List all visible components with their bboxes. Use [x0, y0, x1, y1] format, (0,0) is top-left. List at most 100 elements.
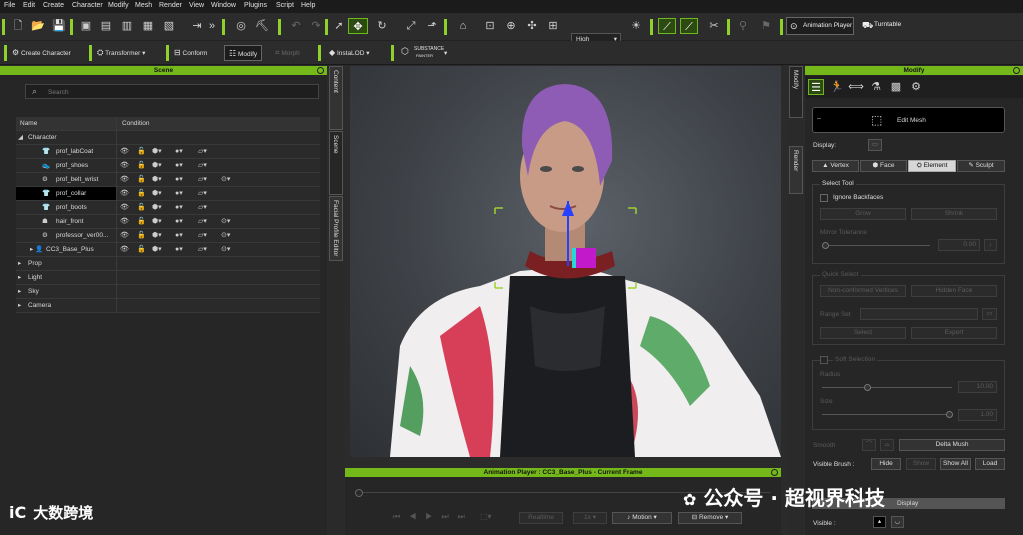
visible-eye-icon[interactable]: 👁 — [120, 145, 129, 159]
size-value[interactable]: 1.00 — [958, 409, 997, 421]
table-row[interactable]: ⚙ professor_ver00... 👁 🔓 ⬢▾ ●▾ ▱▾ ⊙▾ — [16, 229, 320, 243]
undo-icon[interactable]: ↶ — [288, 18, 304, 34]
more-icon[interactable]: » — [204, 18, 220, 34]
slider-knob[interactable] — [864, 384, 871, 391]
row-name-cell[interactable]: 👕 prof_collar — [16, 187, 117, 200]
hidden-face-button[interactable]: Hidden Face — [911, 285, 997, 297]
texture-icon[interactable]: ▱▾ — [198, 201, 207, 215]
load-button[interactable]: Load — [975, 458, 1005, 470]
pan-icon[interactable]: ✣ — [524, 18, 540, 34]
scene-search-field[interactable]: ⌕ — [25, 84, 319, 99]
physics-icon[interactable]: ⊙▾ — [221, 173, 230, 187]
visible-eye-icon[interactable]: 👁 — [120, 173, 129, 187]
row-name-cell[interactable]: ▸ Sky — [16, 285, 117, 298]
table-row[interactable]: ⚙ prof_belt_wrist 👁 🔓 ⬢▾ ●▾ ▱▾ ⊙▾ — [16, 173, 320, 187]
display-mode-icon[interactable]: ▭ — [868, 139, 882, 151]
radius-value[interactable]: 10.00 — [958, 381, 997, 393]
texture-icon[interactable]: ▱▾ — [198, 215, 207, 229]
export-icon[interactable]: ⇥ — [189, 18, 205, 34]
visible-all-icon[interactable]: ▴ — [873, 516, 886, 528]
speed-dropdown[interactable]: 1x ▾ — [573, 512, 607, 524]
gizmo-local-icon[interactable]: ⟋ — [680, 18, 698, 34]
create-character-button[interactable]: ⚙ Create Character — [12, 45, 71, 61]
lock-icon[interactable]: 🔓 — [137, 159, 146, 173]
row-name-cell[interactable]: ▸ Light — [16, 271, 117, 284]
bone-length-icon[interactable]: ⟺ — [848, 79, 864, 95]
bone-icon[interactable]: ✂ — [706, 18, 722, 34]
table-row[interactable]: 👕 prof_collar 👁 🔓 ⬢▾ ●▾ ▱▾ — [16, 187, 320, 201]
shading-icon[interactable]: ⬢▾ — [152, 243, 162, 257]
slider-knob[interactable] — [822, 242, 829, 249]
menu-mesh[interactable]: Mesh — [135, 2, 152, 9]
mirror-tolerance-value[interactable]: 0.00 — [938, 239, 980, 251]
column-header-condition[interactable]: Condition — [118, 117, 318, 130]
material-ball-icon[interactable]: ●▾ — [175, 187, 183, 201]
lock-icon[interactable]: 🔓 — [137, 201, 146, 215]
sculpt-button[interactable]: ✎ Sculpt — [957, 160, 1005, 172]
sun-icon[interactable]: ☀ — [628, 18, 644, 34]
physics-icon[interactable]: ⊙▾ — [221, 229, 230, 243]
row-name-cell[interactable]: 👟 prof_shoes — [16, 159, 117, 172]
zoom-extent-icon[interactable]: ⊡ — [482, 18, 498, 34]
shading-icon[interactable]: ⬢▾ — [152, 145, 162, 159]
tab-facial-profile-editor[interactable]: Facial Profile Editor — [329, 196, 343, 261]
table-row[interactable]: ▸ Sky — [16, 285, 320, 299]
material-icon[interactable]: ▩ — [888, 79, 904, 95]
export-image-icon[interactable]: ▧ — [161, 18, 177, 34]
menu-file[interactable]: File — [4, 2, 15, 9]
row-name-cell[interactable]: ⚙ prof_belt_wrist — [16, 173, 117, 186]
menu-script[interactable]: Script — [276, 2, 294, 9]
visible-eye-icon[interactable]: 👁 — [120, 243, 129, 257]
export-fbx-icon[interactable]: ▥ — [119, 18, 135, 34]
material-ball-icon[interactable]: ●▾ — [175, 201, 183, 215]
show-all-button[interactable]: Show All — [940, 458, 971, 470]
tab-scene[interactable]: Scene — [329, 131, 343, 195]
element-button[interactable]: ⛭ Element — [908, 160, 956, 172]
close-circle-icon[interactable] — [317, 67, 324, 74]
edit-mesh-button[interactable]: – ⬚ Edit Mesh — [812, 107, 1005, 133]
menu-render[interactable]: Render — [159, 2, 182, 9]
lock-icon[interactable]: 🔓 — [137, 215, 146, 229]
smooth-more-icon[interactable]: ⌓ — [880, 439, 894, 451]
target-icon[interactable]: ◎ — [233, 18, 249, 34]
delta-mush-button[interactable]: Delta Mush — [899, 439, 1005, 451]
open-folder-icon[interactable]: 📂 — [30, 18, 46, 34]
shading-icon[interactable]: ⬢▾ — [152, 215, 162, 229]
zoom-icon[interactable]: ⊞ — [545, 18, 561, 34]
rotate-icon[interactable]: ↻ — [374, 18, 390, 34]
morph-button[interactable]: ⌗ Morph — [275, 45, 300, 61]
table-row[interactable]: ▸ Camera — [16, 299, 320, 313]
instalod-button[interactable]: ◆ InstaLOD ▾ — [329, 45, 370, 61]
lock-icon[interactable]: 🔓 — [137, 173, 146, 187]
physics-icon[interactable]: ⊙▾ — [221, 215, 230, 229]
import-character-icon[interactable]: ▣ — [78, 18, 94, 34]
row-name-cell[interactable]: 👕 prof_labCoat — [16, 145, 117, 158]
table-row[interactable]: 👕 prof_labCoat 👁 🔓 ⬢▾ ●▾ ▱▾ — [16, 145, 320, 159]
visible-eye-icon[interactable]: 👁 — [120, 187, 129, 201]
menu-create[interactable]: Create — [43, 2, 64, 9]
pin-icon[interactable]: ⚲ — [735, 18, 751, 34]
face-button[interactable]: ⬢ Face — [860, 160, 907, 172]
table-row[interactable]: 👕 prof_boots 👁 🔓 ⬢▾ ●▾ ▱▾ — [16, 201, 320, 215]
menu-window[interactable]: Window — [211, 2, 236, 9]
menu-edit[interactable]: Edit — [23, 2, 35, 9]
realtime-dropdown[interactable]: Realtime — [519, 512, 563, 524]
row-name-cell[interactable]: ⚙ professor_ver00... — [16, 229, 117, 242]
orbit-icon[interactable]: ⊕ — [503, 18, 519, 34]
lock-icon[interactable]: 🔓 — [137, 229, 146, 243]
vertex-button[interactable]: ▲ Vertex — [812, 160, 859, 172]
slider-knob[interactable] — [946, 411, 953, 418]
visible-toggle-icon[interactable]: ◡ — [891, 516, 904, 528]
physics-icon[interactable]: ⊙▾ — [221, 243, 230, 257]
row-name-cell[interactable]: ◢ Character — [16, 131, 117, 144]
texture-icon[interactable]: ▱▾ — [198, 187, 207, 201]
size-slider[interactable] — [822, 411, 953, 418]
tab-render[interactable]: Render — [789, 146, 803, 194]
texture-icon[interactable]: ▱▾ — [198, 159, 207, 173]
menu-plugins[interactable]: Plugins — [244, 2, 267, 9]
texture-icon[interactable]: ▱▾ — [198, 145, 207, 159]
range-set-field[interactable] — [860, 308, 978, 320]
animation-player-button[interactable]: ⊙ Animation Player — [786, 17, 854, 35]
table-row[interactable]: ▸ Light — [16, 271, 320, 285]
grow-button[interactable]: Grow — [820, 208, 906, 220]
